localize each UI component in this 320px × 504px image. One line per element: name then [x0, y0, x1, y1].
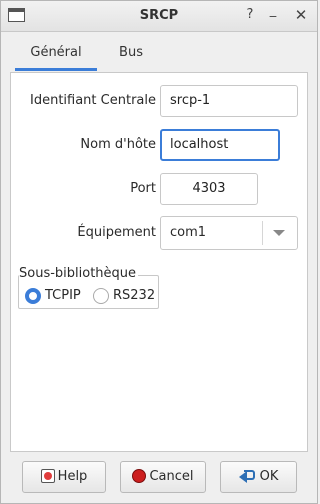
title-bar[interactable]: SRCP ? _ ✕ [1, 1, 317, 32]
help-titlebar-button[interactable]: ? [242, 7, 258, 23]
device-label: Équipement [77, 225, 156, 240]
tab-bus[interactable]: Bus [101, 37, 161, 71]
help-icon [40, 468, 55, 483]
central-id-input[interactable]: srcp-1 [160, 85, 298, 117]
minimize-button[interactable]: _ [265, 3, 281, 19]
central-id-label: Identifiant Centrale [30, 93, 156, 108]
ok-button-label: OK [259, 469, 279, 484]
hostname-input[interactable]: localhost [160, 129, 280, 161]
cancel-button-label: Cancel [149, 469, 194, 484]
radio-tcpip[interactable] [25, 288, 41, 304]
help-button[interactable]: Help [22, 461, 106, 493]
general-panel: Identifiant Centrale srcp-1 Nom d'hôte l… [10, 72, 308, 452]
port-label: Port [130, 181, 156, 196]
cancel-icon [132, 468, 147, 483]
ok-arrow-icon [238, 469, 257, 483]
tab-bar: Général Bus [9, 37, 311, 73]
port-input[interactable]: 4303 [160, 173, 258, 205]
radio-tcpip-label[interactable]: TCPIP [45, 287, 81, 305]
radio-rs232-label[interactable]: RS232 [113, 287, 155, 305]
ok-button[interactable]: OK [220, 461, 297, 493]
dialog-window: SRCP ? _ ✕ Général Bus Identifiant Centr… [0, 0, 318, 504]
chevron-down-icon[interactable] [273, 230, 285, 236]
close-button[interactable]: ✕ [293, 7, 309, 23]
sublibrary-title: Sous-bibliothèque [19, 266, 139, 282]
tab-general[interactable]: Général [13, 37, 99, 71]
sublibrary-group: Sous-bibliothèque TCPIP RS232 [18, 266, 159, 309]
hostname-label: Nom d'hôte [80, 137, 156, 152]
radio-rs232[interactable] [93, 288, 109, 304]
device-combobox[interactable]: com1 [160, 216, 298, 250]
combo-separator [262, 221, 263, 245]
device-value: com1 [170, 225, 207, 240]
help-button-label: Help [57, 469, 88, 484]
cancel-button[interactable]: Cancel [120, 461, 206, 493]
